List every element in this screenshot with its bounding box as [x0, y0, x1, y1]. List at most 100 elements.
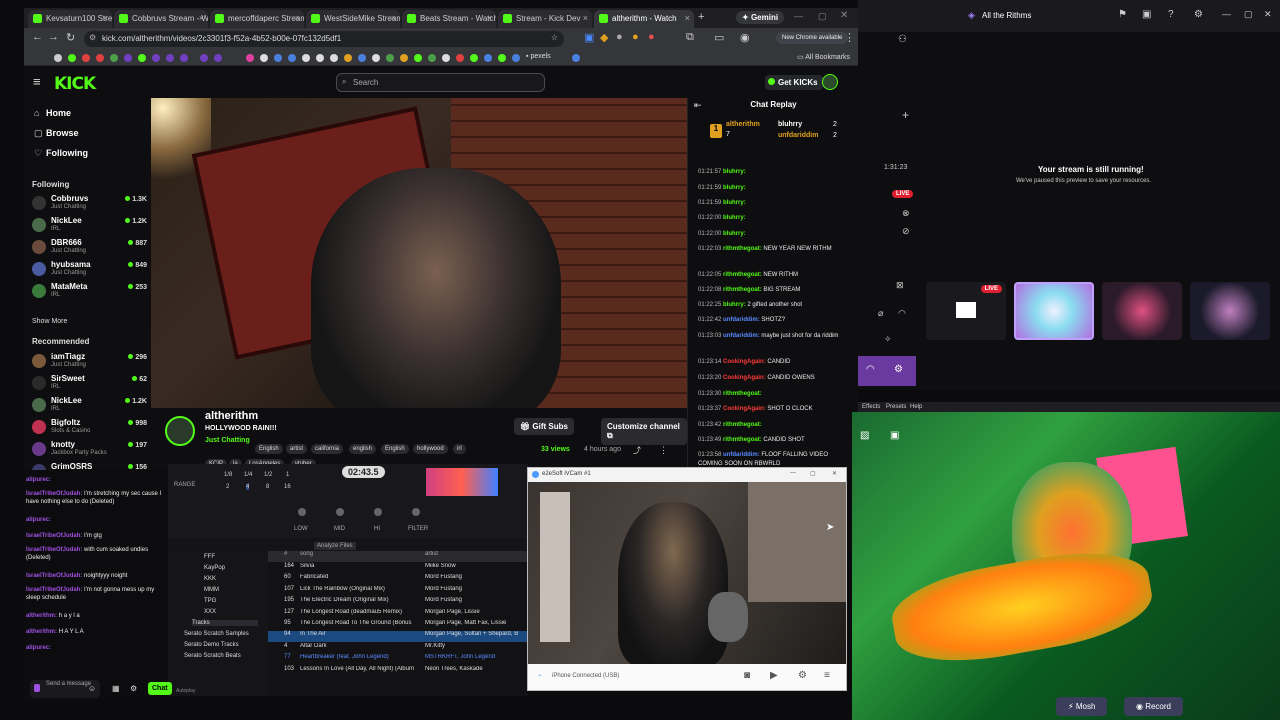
close-panel-icon[interactable]: ⊠ — [896, 280, 904, 291]
loop-size[interactable]: 4 — [246, 484, 250, 490]
bookmark-pexels[interactable]: ▪ pexels — [526, 53, 551, 60]
following-user[interactable]: MataMeta IRL 253 — [32, 282, 147, 304]
loop-size[interactable]: 8 — [266, 484, 269, 490]
message-user[interactable]: CookingAgain: — [723, 375, 766, 381]
settings-icon[interactable]: ⚙ — [130, 684, 137, 693]
bookmark-icon[interactable] — [386, 54, 394, 62]
bookmark-icon[interactable] — [358, 54, 366, 62]
mute-icon[interactable]: ⊘ — [902, 226, 910, 237]
message-user[interactable]: IsraelTribeOfJudah: — [26, 547, 82, 553]
video-player[interactable] — [151, 98, 687, 408]
recommended-user[interactable]: knotty Jackbox Party Packs 197 — [32, 440, 147, 462]
stream-tag[interactable]: artist — [286, 444, 308, 454]
track-row[interactable]: 94 In The Air Morgan Page, Sultan + Shepar… — [268, 631, 528, 643]
message-user[interactable]: alipurec: — [26, 477, 51, 483]
crate-item[interactable]: MMM — [204, 587, 219, 593]
stream-tag[interactable]: california — [311, 444, 344, 454]
bookmark-icon[interactable] — [260, 54, 268, 62]
loop-size[interactable]: 16 — [284, 484, 291, 490]
crate-item[interactable]: KayPop — [204, 565, 225, 571]
scene-thumbnail[interactable] — [1190, 282, 1270, 340]
effects-icon[interactable]: ✧ — [884, 334, 892, 345]
bookmark-icon[interactable] — [372, 54, 380, 62]
channel-avatar[interactable] — [165, 416, 195, 446]
tab-4[interactable]: WestSideMike Stream × — [306, 10, 400, 28]
waveform[interactable] — [426, 468, 498, 496]
message-user[interactable]: alipurec: — [26, 517, 51, 523]
close-tab-icon[interactable]: × — [685, 13, 690, 23]
chrome-menu-icon[interactable]: ⋮ — [844, 31, 855, 44]
nav-following[interactable]: ♡ Following — [34, 148, 88, 159]
mic-mute-icon[interactable]: ⌀ — [878, 308, 883, 319]
menu-help[interactable]: Help — [910, 404, 922, 410]
recommended-user[interactable]: NickLee IRL 1.2K — [32, 396, 147, 418]
tab-2[interactable]: Cobbruvs Stream - W × — [114, 10, 208, 28]
bookmark-icon[interactable] — [470, 54, 478, 62]
message-user[interactable]: unfdariddim: — [723, 452, 760, 458]
settings-icon[interactable]: ⚙ — [894, 364, 903, 375]
menu-icon[interactable]: ≡ — [824, 670, 830, 681]
message-user[interactable]: rithmthegoat: — [723, 246, 762, 252]
message-user[interactable]: IsraelTribeOfJudah: — [26, 533, 82, 539]
close-tab-icon[interactable]: × — [199, 13, 204, 23]
bookmark-icon[interactable] — [166, 54, 174, 62]
record-button[interactable]: ◉ Record — [1124, 697, 1183, 716]
url-bar[interactable]: ⚙ kick.com/altherithm/videos/2c3301f3-f52… — [84, 31, 564, 47]
mosh-button[interactable]: ⚡︎ Mosh — [1056, 697, 1108, 716]
bookmark-icon[interactable] — [110, 54, 118, 62]
crate-item[interactable]: Serato Scratch Beats — [184, 653, 241, 659]
bookmark-icon[interactable] — [214, 54, 222, 62]
stream-tag[interactable]: hollywood — [413, 444, 448, 454]
image-icon[interactable]: ▨ — [860, 430, 869, 441]
extension-icon[interactable]: ◆ — [600, 31, 608, 44]
minimize-icon[interactable]: — — [794, 11, 803, 21]
maximize-icon[interactable]: ▢ — [818, 11, 827, 22]
minimize-icon[interactable]: — — [1222, 9, 1231, 19]
help-icon[interactable]: ? — [1168, 9, 1174, 20]
reload-icon[interactable]: ↻ — [66, 31, 75, 44]
camera-icon[interactable]: ◙ — [744, 670, 750, 681]
kick-logo[interactable]: KICK — [54, 74, 96, 94]
extension-icon[interactable]: ● — [616, 31, 623, 43]
video-icon[interactable]: ▶ — [770, 670, 778, 681]
message-user[interactable]: rithmthegoat: — [723, 422, 762, 428]
bookmark-icon[interactable] — [124, 54, 132, 62]
bookmark-icon[interactable] — [498, 54, 506, 62]
bookmark-icon[interactable] — [274, 54, 282, 62]
crate-item[interactable]: XXX — [204, 609, 216, 615]
bookmark-icon[interactable] — [572, 54, 580, 62]
loop-size[interactable]: 1 — [286, 472, 289, 478]
bookmark-icon[interactable] — [414, 54, 422, 62]
bookmark-icon[interactable] — [82, 54, 90, 62]
back-icon[interactable]: ← — [32, 31, 43, 43]
channel-name[interactable]: altherithm — [205, 410, 258, 422]
message-user[interactable]: bluhrry: — [723, 231, 746, 237]
bookmark-icon[interactable] — [400, 54, 408, 62]
recommended-user[interactable]: GrimOSRS 156 — [32, 462, 147, 470]
bookmark-icon[interactable] — [288, 54, 296, 62]
search-input[interactable]: ⌕ Search — [336, 73, 545, 92]
stream-tag[interactable]: english — [349, 444, 377, 454]
crate-item[interactable]: Serato Demo Tracks — [184, 642, 239, 648]
track-row[interactable]: 127 The Longest Road (deadmau5 Remix) Morg… — [268, 609, 528, 620]
bookmark-icon[interactable] — [512, 54, 520, 62]
share-icon[interactable]: ⤴ — [633, 445, 641, 456]
analyze-files-button[interactable]: Analyze Files — [314, 542, 356, 550]
profile-icon[interactable]: ◉ — [740, 31, 750, 44]
crate-item[interactable]: Tracks — [192, 620, 258, 626]
message-user[interactable]: rithmthegoat: — [723, 272, 762, 278]
nav-browse[interactable]: ▢ Browse — [34, 128, 79, 139]
track-row[interactable]: 60 Fabricated Mord Fustang — [268, 574, 528, 585]
bookmark-icon[interactable] — [138, 54, 146, 62]
show-more-link[interactable]: Show More — [32, 318, 67, 325]
add-user-icon[interactable]: ⚇ — [898, 34, 907, 45]
message-user[interactable]: bluhrry: — [723, 185, 746, 191]
recommended-user[interactable]: Bigfoltz Slots & Casino 998 — [32, 418, 147, 440]
maximize-icon[interactable]: ▢ — [810, 470, 816, 477]
message-user[interactable]: bluhrry: — [723, 169, 746, 175]
bookmark-icon[interactable] — [330, 54, 338, 62]
settings-icon[interactable]: ⚙ — [798, 670, 807, 681]
message-user[interactable]: altherithm: — [26, 613, 57, 619]
following-user[interactable]: Cobbruvs Just Chatting 1.3K — [32, 194, 147, 216]
following-user[interactable]: DBR666 Just Chatting 887 — [32, 238, 147, 260]
